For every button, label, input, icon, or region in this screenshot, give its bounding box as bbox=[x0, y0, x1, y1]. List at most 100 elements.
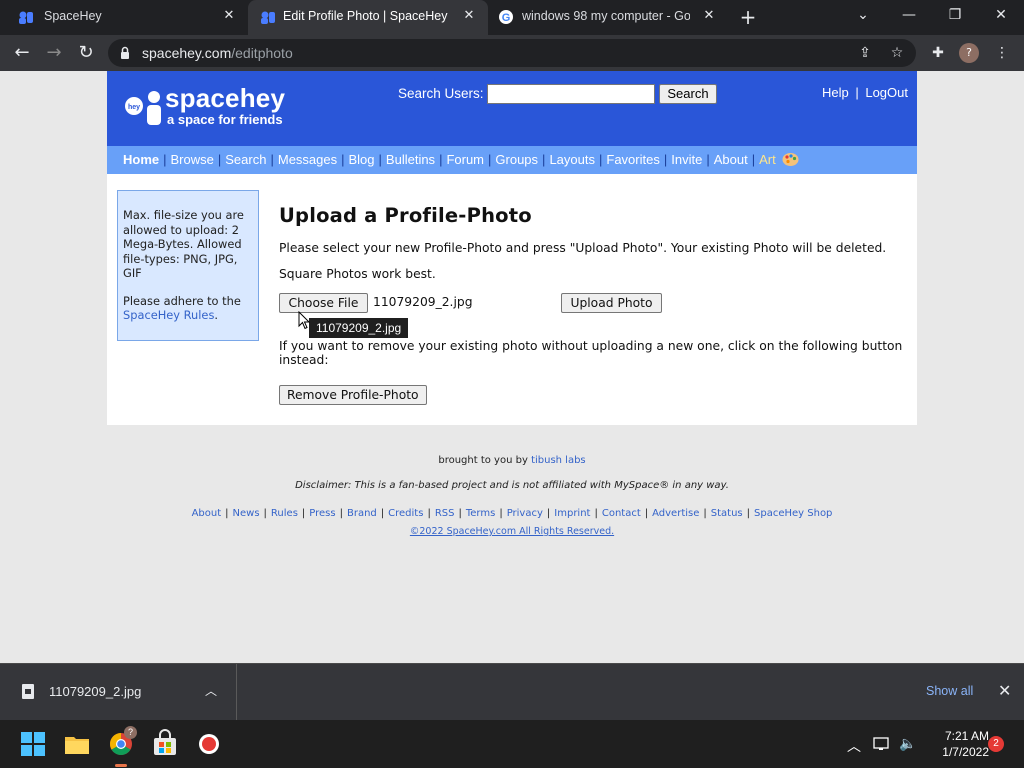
close-tab-icon[interactable]: ✕ bbox=[220, 7, 238, 25]
logo-wordmark[interactable]: spacehey bbox=[165, 83, 285, 114]
footer-link-contact[interactable]: Contact bbox=[602, 508, 641, 519]
volume-icon[interactable]: 🔈 bbox=[899, 736, 916, 752]
nav-groups[interactable]: Groups bbox=[495, 152, 538, 167]
logo-tagline: a space for friends bbox=[167, 112, 283, 127]
footer-link-rss[interactable]: RSS bbox=[435, 508, 455, 519]
close-downloads-icon[interactable]: ✕ bbox=[998, 681, 1011, 700]
download-item[interactable]: 11079209_2.jpg ︿ bbox=[0, 664, 237, 721]
nav-home[interactable]: Home bbox=[123, 152, 159, 167]
footer-link-rules[interactable]: Rules bbox=[271, 508, 298, 519]
spacehey-logo-icon[interactable]: hey bbox=[123, 89, 163, 127]
new-tab-button[interactable]: + bbox=[738, 7, 758, 27]
footer-link-status[interactable]: Status bbox=[711, 508, 743, 519]
minimize-button[interactable]: — bbox=[886, 0, 932, 30]
footer-link-advertise[interactable]: Advertise bbox=[652, 508, 699, 519]
notification-badge[interactable]: 2 bbox=[988, 736, 1004, 752]
restore-button[interactable]: ❐ bbox=[932, 0, 978, 30]
close-tab-icon[interactable]: ✕ bbox=[460, 7, 478, 25]
download-file-name: 11079209_2.jpg bbox=[49, 684, 142, 699]
profile-avatar[interactable]: ? bbox=[959, 43, 979, 63]
choose-file-button[interactable]: Choose File bbox=[279, 293, 368, 313]
header-links: Help | LogOut bbox=[822, 85, 908, 100]
footer-links: About | News | Rules | Press | Brand | Credits | RSS… bbox=[191, 508, 833, 519]
nav-browse[interactable]: Browse bbox=[171, 152, 214, 167]
page-viewport: hey spacehey a space for friends Search … bbox=[0, 71, 1024, 663]
spacehey-favicon-icon bbox=[19, 11, 33, 24]
nav-invite[interactable]: Invite bbox=[671, 152, 702, 167]
tab-title: windows 98 my computer - Goo bbox=[522, 9, 690, 23]
close-window-button[interactable]: ✕ bbox=[978, 0, 1024, 30]
browser-tab-strip: SpaceHey ✕ Edit Profile Photo | SpaceHey… bbox=[0, 0, 1024, 35]
screen-recorder-icon[interactable] bbox=[194, 729, 224, 759]
upload-form: Upload a Profile-Photo Please select you… bbox=[279, 204, 909, 405]
footer-link-brand[interactable]: Brand bbox=[347, 508, 377, 519]
remove-profile-photo-button[interactable]: Remove Profile-Photo bbox=[279, 385, 427, 405]
selected-file-name: 11079209_2.jpg bbox=[373, 295, 473, 309]
footer-link-news[interactable]: News bbox=[233, 508, 260, 519]
search-users-label: Search Users: bbox=[398, 86, 484, 101]
tray-chevron-up-icon[interactable]: ︿ bbox=[847, 736, 861, 756]
copyright-link[interactable]: ©2022 SpaceHey.com All Rights Reserved. bbox=[410, 526, 614, 537]
tab-edit-profile-photo[interactable]: Edit Profile Photo | SpaceHey ✕ bbox=[248, 0, 488, 35]
show-all-button[interactable]: Show all bbox=[926, 684, 973, 698]
footer-link-imprint[interactable]: Imprint bbox=[554, 508, 590, 519]
close-tab-icon[interactable]: ✕ bbox=[700, 7, 718, 25]
tab-title: Edit Profile Photo | SpaceHey bbox=[283, 9, 448, 23]
site-footer: brought to you by tibush labs Disclaimer… bbox=[107, 455, 917, 537]
spacehey-rules-link[interactable]: SpaceHey Rules bbox=[123, 308, 214, 322]
tab-search-chevron-icon[interactable]: ⌄ bbox=[840, 0, 886, 30]
file-explorer-icon[interactable] bbox=[62, 729, 92, 759]
copyright-text: ©2022 SpaceHey.com All Rights Reserved. bbox=[107, 526, 917, 537]
nav-favorites[interactable]: Favorites bbox=[606, 152, 659, 167]
rules-text: Please adhere to the SpaceHey Rules. bbox=[123, 293, 241, 323]
nav-about[interactable]: About bbox=[714, 152, 748, 167]
footer-link-credits[interactable]: Credits bbox=[388, 508, 423, 519]
nav-search[interactable]: Search bbox=[225, 152, 266, 167]
search-users-input[interactable] bbox=[487, 84, 655, 104]
system-clock[interactable]: 7:21 AM 1/7/2022 bbox=[925, 728, 989, 760]
site-header: hey spacehey a space for friends Search … bbox=[107, 71, 917, 146]
forward-arrow-icon[interactable]: → bbox=[42, 41, 66, 65]
footer-link-press[interactable]: Press bbox=[309, 508, 335, 519]
reload-icon[interactable]: ↻ bbox=[74, 41, 98, 65]
nav-messages[interactable]: Messages bbox=[278, 152, 337, 167]
nav-bulletins[interactable]: Bulletins bbox=[386, 152, 435, 167]
credits-line: brought to you by tibush labs bbox=[438, 455, 586, 466]
file-input-row: Choose File 11079209_2.jpg Upload Photo … bbox=[279, 293, 909, 338]
chrome-taskbar-app[interactable]: ? bbox=[106, 726, 137, 767]
chevron-up-icon[interactable]: ︿ bbox=[205, 682, 217, 699]
clock-date: 1/7/2022 bbox=[942, 745, 989, 759]
downloads-bar: 11079209_2.jpg ︿ Show all ✕ bbox=[0, 663, 1024, 721]
svg-text:G: G bbox=[502, 12, 511, 24]
footer-link-about[interactable]: About bbox=[192, 508, 222, 519]
footer-link-terms[interactable]: Terms bbox=[466, 508, 495, 519]
menu-kebab-icon[interactable]: ⋮ bbox=[992, 43, 1012, 63]
page-title: Upload a Profile-Photo bbox=[279, 204, 532, 227]
bookmark-star-icon[interactable]: ☆ bbox=[888, 44, 906, 62]
upload-photo-button[interactable]: Upload Photo bbox=[561, 293, 662, 313]
nav-art[interactable]: Art bbox=[759, 152, 776, 167]
help-link[interactable]: Help bbox=[822, 85, 849, 100]
svg-text:hey: hey bbox=[128, 104, 140, 111]
windows-start-icon[interactable] bbox=[18, 729, 48, 759]
search-button[interactable]: Search bbox=[659, 84, 717, 104]
file-tooltip: 11079209_2.jpg bbox=[309, 318, 409, 338]
footer-link-shop[interactable]: SpaceHey Shop bbox=[754, 508, 832, 519]
footer-link-privacy[interactable]: Privacy bbox=[507, 508, 543, 519]
share-icon[interactable]: ⇪ bbox=[856, 44, 874, 62]
tab-spacehey[interactable]: SpaceHey ✕ bbox=[0, 0, 248, 35]
store-icon[interactable] bbox=[150, 729, 180, 759]
back-arrow-icon[interactable]: ← bbox=[10, 41, 34, 65]
address-bar[interactable]: spacehey.com/editphoto ⇪ ☆ bbox=[108, 39, 916, 67]
active-app-indicator bbox=[115, 764, 127, 767]
nav-layouts[interactable]: Layouts bbox=[549, 152, 595, 167]
network-icon[interactable] bbox=[873, 736, 891, 752]
main-nav: Home | Browse | Search | Messages | Blog | Bulleti… bbox=[107, 146, 917, 174]
tab-title: SpaceHey bbox=[44, 9, 102, 23]
nav-blog[interactable]: Blog bbox=[349, 152, 375, 167]
extensions-puzzle-icon[interactable]: ✚ bbox=[928, 43, 948, 63]
logout-link[interactable]: LogOut bbox=[865, 85, 908, 100]
tab-google-search[interactable]: G windows 98 my computer - Goo ✕ bbox=[488, 0, 728, 35]
nav-forum[interactable]: Forum bbox=[446, 152, 484, 167]
tibush-labs-link[interactable]: tibush labs bbox=[531, 455, 586, 466]
